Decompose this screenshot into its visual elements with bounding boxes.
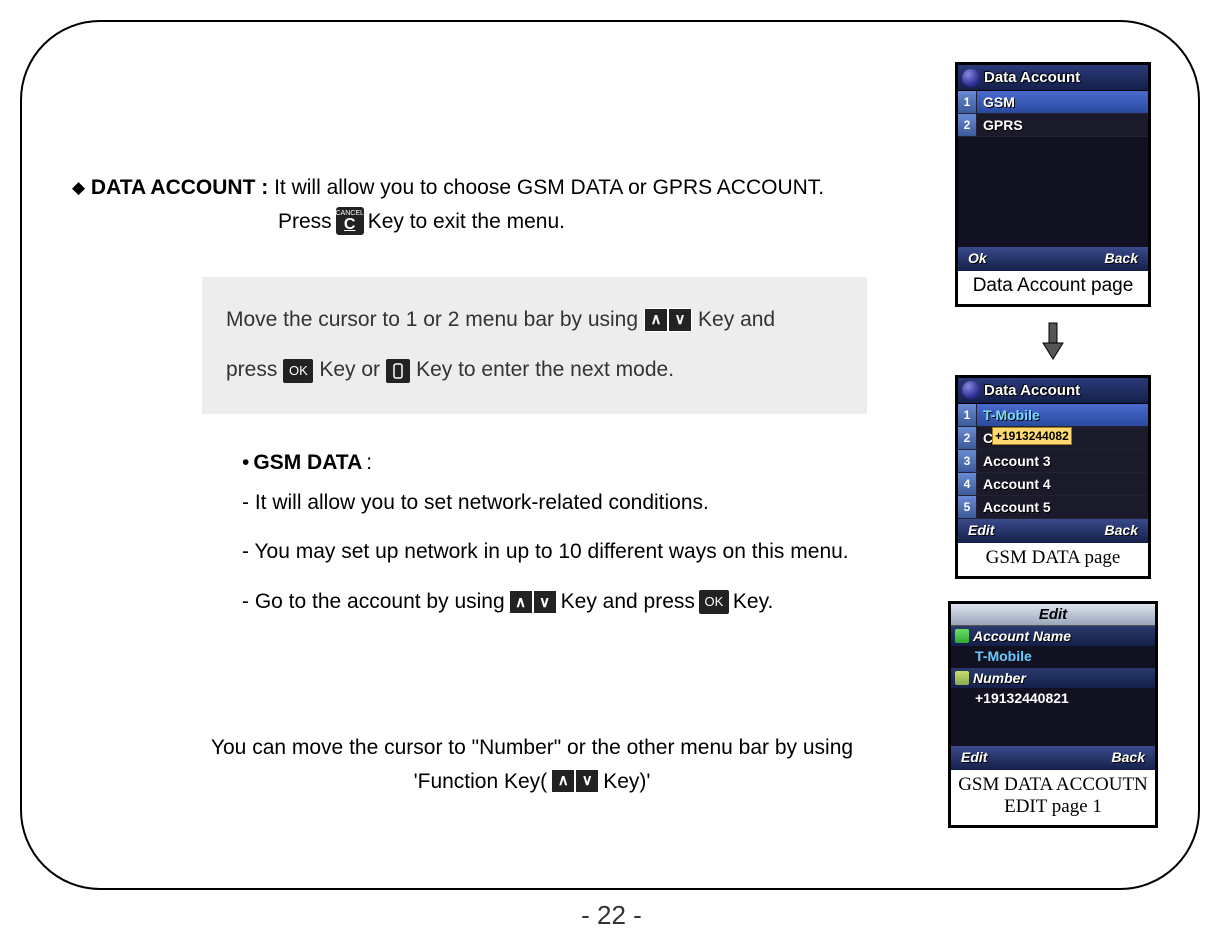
- account-icon: [955, 629, 969, 643]
- footer-line2a: 'Function Key(: [414, 765, 548, 799]
- down-key-icon: ∨: [668, 308, 692, 332]
- globe-icon: [962, 381, 980, 399]
- cancel-key-icon: CANCEL C: [336, 207, 364, 235]
- down-arrow-icon: [1039, 321, 1067, 361]
- phone3-caption-l1: GSM DATA ACCOUTN: [953, 774, 1153, 797]
- row-number: 4: [958, 473, 977, 495]
- phone3-field1-label: Account Name: [951, 626, 1155, 646]
- phone-screenshot-gsm-data: Data Account 1 T-Mobile 2 C +1913244082: [955, 375, 1151, 579]
- row-label: GPRS: [977, 117, 1023, 133]
- heading-title: DATA ACCOUNT :: [91, 176, 268, 199]
- gsm-line3c: Key.: [733, 583, 773, 621]
- phone3-edit-title: Edit: [951, 604, 1155, 626]
- phone1-row-2: 2 GPRS: [958, 114, 1148, 137]
- phone2-title: Data Account: [984, 382, 1080, 399]
- phone-screenshot-data-account: Data Account 1 GSM 2 GPRS: [955, 62, 1151, 307]
- footer-line1: You can move the cursor to "Number" or t…: [172, 731, 892, 765]
- row-number: 2: [958, 114, 977, 136]
- phone2-row-2: 2 C +1913244082: [958, 427, 1148, 450]
- ok-key-icon: OK: [283, 359, 313, 383]
- gsm-line2: - You may set up network in up to 10 dif…: [242, 533, 849, 571]
- phone1-softkey-right: Back: [1105, 250, 1138, 268]
- gsm-line3b: Key and press: [561, 583, 695, 621]
- footer-instruction: You can move the cursor to "Number" or t…: [172, 731, 892, 798]
- row-label: Account 5: [977, 499, 1051, 515]
- gsm-line3a: - Go to the account by using: [242, 583, 505, 621]
- phone2-caption: GSM DATA page: [958, 543, 1148, 576]
- bullet-dot: •: [242, 444, 249, 482]
- phone2-row-1: 1 T-Mobile: [958, 404, 1148, 427]
- phone3-softkey-right: Back: [1112, 749, 1145, 767]
- press-before: Press: [278, 206, 332, 238]
- phone3-caption-l2: EDIT page 1: [953, 796, 1153, 819]
- heading: ◆ DATA ACCOUNT : It will allow you to ch…: [72, 172, 928, 204]
- greybox-line1b: Key and: [698, 295, 775, 345]
- heading-description: It will allow you to choose GSM DATA or …: [274, 176, 824, 199]
- phone2-row-3: 3 Account 3: [958, 450, 1148, 473]
- instruction-box: Move the cursor to 1 or 2 menu bar by us…: [202, 277, 867, 414]
- gsm-line1: - It will allow you to set network-relat…: [242, 484, 709, 522]
- field2-label-text: Number: [973, 670, 1026, 686]
- phone-screenshot-gsm-edit: Edit Account Name T-Mobile Number +19132…: [948, 601, 1158, 829]
- phone1-softkey-left: Ok: [968, 250, 987, 268]
- right-column: Data Account 1 GSM 2 GPRS: [938, 52, 1168, 858]
- row-label: Account 3: [977, 453, 1051, 469]
- phone2-row-4: 4 Account 4: [958, 473, 1148, 496]
- main-layout: ◆ DATA ACCOUNT : It will allow you to ch…: [72, 52, 1168, 858]
- phone2-tooltip: +1913244082: [992, 427, 1072, 445]
- field1-label-text: Account Name: [973, 628, 1071, 644]
- phone3-field2-label: Number: [951, 668, 1155, 688]
- down-key-icon: ∨: [575, 769, 599, 793]
- footer-line2b: Key)': [603, 765, 650, 799]
- phone1-title: Data Account: [984, 69, 1080, 86]
- row-label: Account 4: [977, 476, 1051, 492]
- left-column: ◆ DATA ACCOUNT : It will allow you to ch…: [72, 52, 938, 858]
- updown-key-icon: ∧ ∨: [551, 769, 599, 793]
- gsm-title: GSM DATA: [253, 444, 362, 482]
- phone3-softkey-left: Edit: [961, 749, 987, 767]
- phone1-row-1: 1 GSM: [958, 91, 1148, 114]
- number-icon: [955, 671, 969, 685]
- greybox-line2a: press: [226, 345, 277, 395]
- page-number: - 22 -: [0, 900, 1223, 931]
- gsm-title-after: :: [366, 444, 372, 482]
- phone3-field2-value: +19132440821: [951, 688, 1155, 710]
- press-line: Press CANCEL C Key to exit the menu.: [278, 206, 928, 238]
- row-number: 3: [958, 450, 977, 472]
- row-number: 2: [958, 427, 977, 449]
- updown-key-icon: ∧ ∨: [644, 308, 692, 332]
- up-key-icon: ∧: [509, 590, 533, 614]
- globe-icon: [962, 69, 980, 87]
- press-after: Key to exit the menu.: [368, 206, 565, 238]
- row-label: C: [977, 430, 993, 446]
- phone3-caption: GSM DATA ACCOUTN EDIT page 1: [951, 770, 1155, 826]
- row-number: 1: [958, 404, 977, 426]
- row-label: T-Mobile: [977, 407, 1040, 423]
- greybox-line2b: Key or: [319, 345, 380, 395]
- phone1-caption: Data Account page: [958, 271, 1148, 304]
- phone3-field1-value: T-Mobile: [951, 646, 1155, 668]
- gsm-data-block: • GSM DATA : - It will allow you to set …: [242, 444, 928, 621]
- phone2-row-5: 5 Account 5: [958, 496, 1148, 519]
- softkey-icon: [386, 359, 410, 383]
- up-key-icon: ∧: [551, 769, 575, 793]
- ok-key-icon: OK: [699, 590, 729, 614]
- updown-key-icon: ∧ ∨: [509, 590, 557, 614]
- row-label: GSM: [977, 94, 1015, 110]
- greybox-line1a: Move the cursor to 1 or 2 menu bar by us…: [226, 295, 638, 345]
- page-frame: ◆ DATA ACCOUNT : It will allow you to ch…: [20, 20, 1200, 890]
- phone2-softkey-right: Back: [1105, 522, 1138, 540]
- down-key-icon: ∨: [533, 590, 557, 614]
- up-key-icon: ∧: [644, 308, 668, 332]
- cancel-key-letter: C: [344, 217, 356, 233]
- diamond-bullet: ◆: [72, 178, 85, 197]
- phone2-softkey-left: Edit: [968, 522, 994, 540]
- greybox-line2c: Key to enter the next mode.: [416, 345, 674, 395]
- row-number: 5: [958, 496, 977, 518]
- row-number: 1: [958, 91, 977, 113]
